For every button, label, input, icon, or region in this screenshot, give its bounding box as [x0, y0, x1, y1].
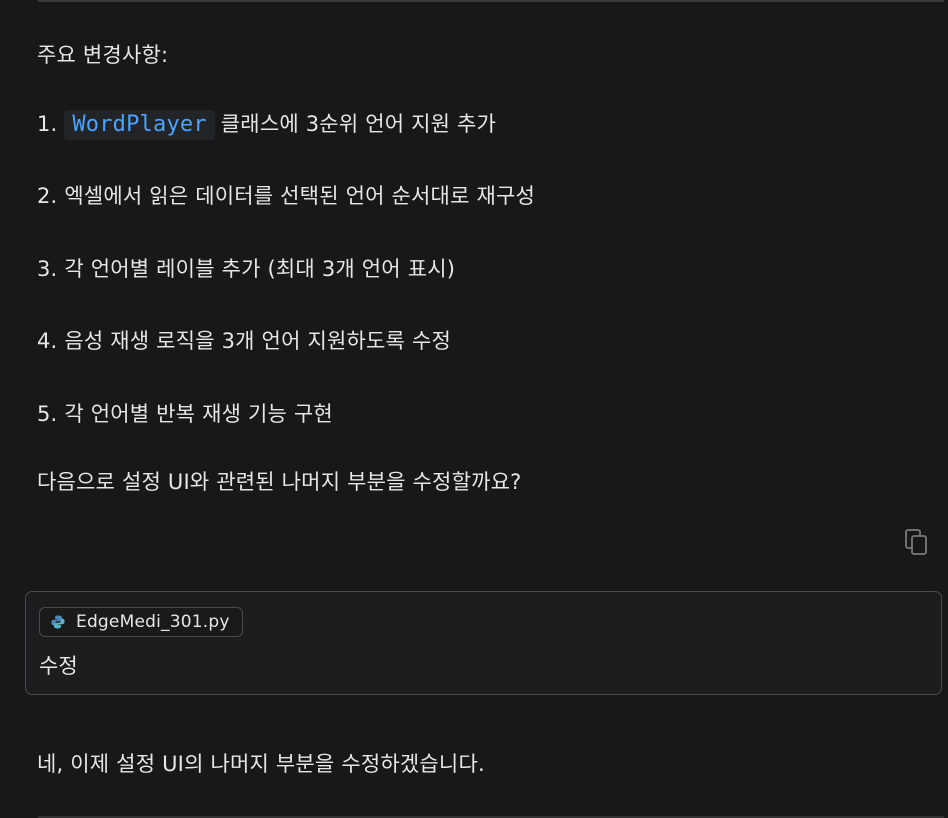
- list-item-text: 각 언어별 반복 재생 기능 구현: [64, 402, 333, 426]
- list-item-2: 2. 엑셀에서 읽은 데이터를 선택된 언어 순서대로 재구성: [37, 182, 535, 210]
- list-item-text: 엑셀에서 읽은 데이터를 선택된 언어 순서대로 재구성: [64, 184, 536, 208]
- list-item-5: 5. 각 언어별 반복 재생 기능 구현: [37, 400, 333, 428]
- copy-icon: [905, 529, 927, 555]
- changes-heading: 주요 변경사항:: [37, 43, 169, 67]
- python-icon: [51, 615, 65, 629]
- code-class-name: WordPlayer: [64, 110, 215, 140]
- list-item-text: 클래스에 3순위 언어 지원 추가: [220, 112, 497, 136]
- list-item-3: 3. 각 언어별 레이블 추가 (최대 3개 언어 표시): [37, 255, 455, 283]
- list-item-4: 4. 음성 재생 로직을 3개 언어 지원하도록 수정: [37, 327, 451, 355]
- list-number: 2.: [37, 184, 58, 208]
- assistant-reply: 네, 이제 설정 UI의 나머지 부분을 수정하겠습니다.: [37, 752, 485, 776]
- list-item-text: 각 언어별 레이블 추가 (최대 3개 언어 표시): [64, 257, 456, 281]
- list-number: 3.: [37, 257, 58, 281]
- list-number: 5.: [37, 402, 58, 426]
- file-chip-label: EdgeMedi_301.py: [76, 612, 230, 632]
- user-message-text: 수정: [39, 654, 78, 678]
- list-item-1: 1. WordPlayer 클래스에 3순위 언어 지원 추가: [37, 110, 497, 140]
- copy-button[interactable]: [904, 528, 930, 556]
- attached-file-chip[interactable]: EdgeMedi_301.py: [39, 607, 243, 637]
- list-number: 1.: [37, 112, 58, 136]
- top-divider: [38, 0, 944, 2]
- user-message-box: EdgeMedi_301.py 수정: [25, 591, 942, 695]
- list-number: 4.: [37, 329, 58, 353]
- follow-up-question: 다음으로 설정 UI와 관련된 나머지 부분을 수정할까요?: [37, 470, 522, 494]
- list-item-text: 음성 재생 로직을 3개 언어 지원하도록 수정: [64, 329, 451, 353]
